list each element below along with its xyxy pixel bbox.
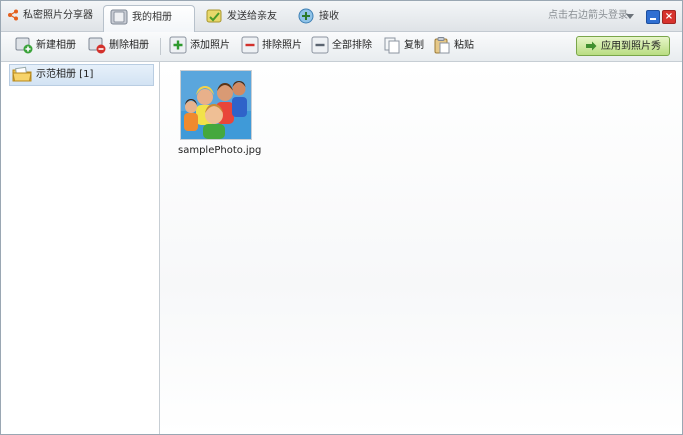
toolbar: 新建相册 删除相册 添加照片 排除照片 全部排除 复制 粘贴 应用到照片秀 <box>1 32 682 62</box>
sidebar-item-sample-album[interactable]: 示范相册 [1] <box>9 64 154 86</box>
delete-album-button[interactable]: 删除相册 <box>88 35 149 57</box>
new-album-button[interactable]: 新建相册 <box>15 35 76 57</box>
tab-send-to-friends[interactable]: 发送给亲友 <box>199 5 287 31</box>
photo-thumbnail[interactable] <box>180 70 252 140</box>
photo-grid: samplePhoto.jpg <box>160 62 682 434</box>
login-hint: 点击右边箭头登录 <box>548 10 628 21</box>
tab-my-albums[interactable]: 我的相册 <box>103 5 195 32</box>
paste-icon <box>434 37 450 54</box>
chevron-down-icon[interactable] <box>626 14 634 19</box>
photo-image <box>181 71 251 139</box>
album-icon <box>110 9 128 25</box>
album-label: 示范相册 [1] <box>36 69 94 80</box>
minimize-button[interactable] <box>646 10 660 24</box>
toolbar-divider <box>160 38 161 55</box>
delete-album-label: 删除相册 <box>109 40 149 51</box>
photo-tile[interactable]: samplePhoto.jpg <box>178 70 262 156</box>
remove-all-label: 全部排除 <box>332 40 372 51</box>
paste-label: 粘贴 <box>454 40 474 51</box>
remove-all-button[interactable]: 全部排除 <box>311 35 372 57</box>
remove-photo-button[interactable]: 排除照片 <box>241 35 302 57</box>
tab-label: 接收 <box>319 11 339 22</box>
tab-receive[interactable]: 接收 <box>291 5 349 31</box>
add-photo-label: 添加照片 <box>190 40 230 51</box>
send-icon <box>206 9 222 23</box>
title-bar: 私密照片分享器 我的相册 发送给亲友 接收 点击右边箭头登录 × <box>1 1 682 32</box>
delete-album-icon <box>88 37 106 54</box>
add-photo-icon <box>169 36 187 54</box>
photo-filename: samplePhoto.jpg <box>178 145 262 156</box>
remove-all-icon <box>311 36 329 54</box>
copy-label: 复制 <box>404 40 424 51</box>
app-title: 私密照片分享器 <box>7 1 93 31</box>
new-album-icon <box>15 37 33 54</box>
apply-label: 应用到照片秀 <box>601 41 661 52</box>
close-button[interactable]: × <box>662 10 676 24</box>
app-window: 私密照片分享器 我的相册 发送给亲友 接收 点击右边箭头登录 × 新建相册 删除… <box>0 0 683 435</box>
tab-label: 发送给亲友 <box>227 11 277 22</box>
album-sidebar: 示范相册 [1] <box>1 62 160 434</box>
receive-icon <box>298 8 314 24</box>
app-title-text: 私密照片分享器 <box>23 10 93 21</box>
copy-button[interactable]: 复制 <box>383 35 424 57</box>
add-photo-button[interactable]: 添加照片 <box>169 35 230 57</box>
paste-button[interactable]: 粘贴 <box>433 35 474 57</box>
tab-label: 我的相册 <box>132 12 172 23</box>
remove-photo-label: 排除照片 <box>262 40 302 51</box>
share-icon <box>8 9 18 21</box>
arrow-right-icon <box>586 41 597 51</box>
copy-icon <box>384 37 400 54</box>
remove-photo-icon <box>241 36 259 54</box>
new-album-label: 新建相册 <box>36 40 76 51</box>
apply-to-photo-show-button[interactable]: 应用到照片秀 <box>576 36 670 56</box>
folder-icon <box>12 66 32 82</box>
